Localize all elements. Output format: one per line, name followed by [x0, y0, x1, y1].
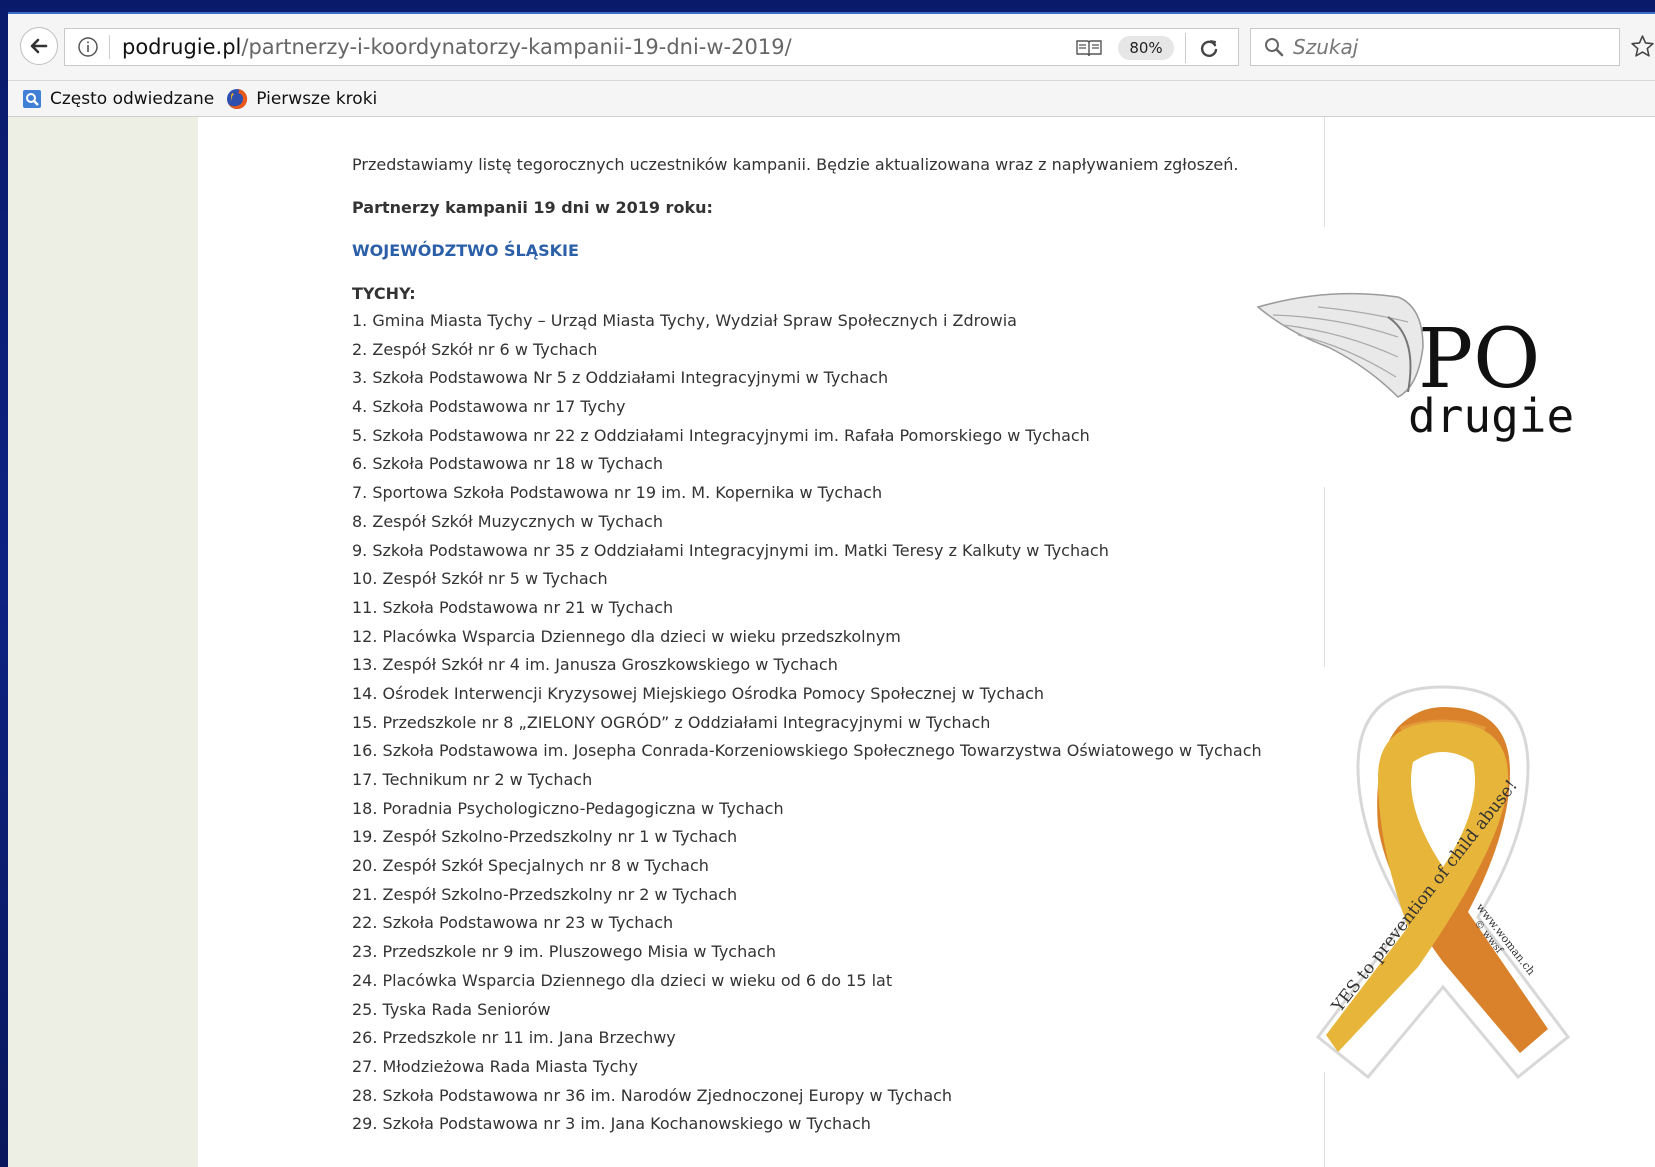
back-arrow-icon — [30, 38, 48, 54]
list-item: 3. Szkoła Podstawowa Nr 5 z Oddziałami I… — [352, 368, 889, 388]
back-button[interactable] — [20, 27, 58, 65]
address-bar[interactable]: podrugie.pl/partnerzy-i-koordynatorzy-ka… — [64, 28, 1239, 66]
awareness-ribbon-image: YES to prevention of child abuse! www.wo… — [1315, 685, 1571, 1080]
list-item: 4. Szkoła Podstawowa nr 17 Tychy — [352, 397, 626, 417]
partners-heading: Partnerzy kampanii 19 dni w 2019 roku: — [352, 198, 713, 217]
frequent-icon — [23, 89, 41, 108]
navigation-toolbar: podrugie.pl/partnerzy-i-koordynatorzy-ka… — [8, 14, 1655, 81]
sidebar-divider — [1324, 487, 1325, 667]
list-item: 10. Zespół Szkół nr 5 w Tychach — [352, 569, 608, 589]
browser-window: podrugie.pl/partnerzy-i-koordynatorzy-ka… — [8, 12, 1655, 1167]
sidebar-divider — [1324, 117, 1325, 227]
list-item: 15. Przedszkole nr 8 „ZIELONY OGRÓD” z O… — [352, 712, 991, 732]
list-item: 9. Szkoła Podstawowa nr 35 z Oddziałami … — [352, 540, 1109, 560]
partners-list: 1. Gmina Miasta Tychy – Urząd Miasta Tyc… — [352, 312, 1262, 1144]
search-placeholder: Szukaj — [1293, 35, 1359, 59]
region-link[interactable]: WOJEWÓDZTWO ŚLĄSKIE — [352, 241, 579, 260]
list-item: 28. Szkoła Podstawowa nr 36 im. Narodów … — [352, 1085, 953, 1105]
list-item: 14. Ośrodek Interwencji Kryzysowej Miejs… — [352, 683, 1045, 703]
reload-separator — [1185, 33, 1186, 63]
list-item: 17. Technikum nr 2 w Tychach — [352, 770, 593, 789]
list-item: 2. Zespół Szkół nr 6 w Tychach — [352, 339, 598, 359]
list-item: 12. Placówka Wsparcia Dziennego dla dzie… — [352, 626, 901, 646]
logo-text-bottom: drugie — [1408, 389, 1574, 443]
list-item: 19. Zespół Szkolno-Przedszkolny nr 1 w T… — [352, 827, 738, 847]
url-separator — [109, 35, 110, 59]
bookmark-frequent[interactable]: Często odwiedzane — [22, 89, 214, 109]
list-item: 5. Szkoła Podstawowa nr 22 z Oddziałami … — [352, 425, 1090, 445]
city-heading: TYCHY: — [352, 284, 416, 303]
list-item: 25. Tyska Rada Seniorów — [352, 999, 551, 1019]
wing-icon — [1256, 292, 1424, 398]
reload-icon[interactable] — [1198, 37, 1220, 59]
firefox-icon — [227, 88, 248, 109]
list-item: 22. Szkoła Podstawowa nr 23 w Tychach — [352, 913, 674, 933]
screen-frame: podrugie.pl/partnerzy-i-koordynatorzy-ka… — [0, 0, 1655, 1167]
list-item: 26. Przedszkole nr 11 im. Jana Brzechwy — [352, 1028, 676, 1048]
list-item: 21. Zespół Szkolno-Przedszkolny nr 2 w T… — [352, 884, 738, 904]
bookmark-star-icon[interactable] — [1630, 34, 1655, 59]
list-item: 8. Zespół Szkół Muzycznych w Tychach — [352, 511, 663, 531]
web-page: Przedstawiamy listę tegorocznych uczestn… — [8, 117, 1655, 1167]
list-item: 27. Młodzieżowa Rada Miasta Tychy — [352, 1056, 639, 1076]
search-icon — [1265, 38, 1284, 57]
list-item: 23. Przedszkole nr 9 im. Pluszowego Misi… — [352, 942, 776, 962]
list-item: 24. Placówka Wsparcia Dziennego dla dzie… — [352, 970, 893, 990]
list-item: 1. Gmina Miasta Tychy – Urząd Miasta Tyc… — [352, 311, 1017, 330]
bookmark-getting-started[interactable]: Pierwsze kroki — [226, 88, 377, 110]
list-item: 16. Szkoła Podstawowa im. Josepha Conrad… — [352, 741, 1262, 761]
bookmark-frequent-label: Często odwiedzane — [50, 88, 215, 109]
list-item: 29. Szkoła Podstawowa nr 3 im. Jana Koch… — [352, 1114, 871, 1134]
reader-view-icon[interactable] — [1075, 38, 1103, 58]
bookmarks-toolbar: Często odwiedzane Pierwsze kroki — [8, 81, 1655, 117]
url-path: /partnerzy-i-koordynatorzy-kampanii-19-d… — [241, 35, 792, 59]
list-item: 18. Poradnia Psychologiczno-Pedagogiczna… — [352, 798, 784, 818]
list-item: 11. Szkoła Podstawowa nr 21 w Tychach — [352, 597, 674, 617]
podrugie-logo[interactable]: PO drugie — [1248, 277, 1588, 447]
info-icon[interactable] — [77, 36, 99, 58]
search-bar[interactable]: Szukaj — [1250, 28, 1620, 66]
list-item: 13. Zespół Szkół nr 4 im. Janusza Groszk… — [352, 655, 838, 675]
zoom-level-badge[interactable]: 80% — [1118, 36, 1174, 60]
page-left-gutter — [8, 117, 198, 1167]
list-item: 6. Szkoła Podstawowa nr 18 w Tychach — [352, 454, 663, 474]
list-item: 7. Sportowa Szkoła Podstawowa nr 19 im. … — [352, 483, 883, 503]
bookmark-getting-started-label: Pierwsze kroki — [256, 88, 378, 109]
intro-paragraph: Przedstawiamy listę tegorocznych uczestn… — [352, 155, 1239, 174]
url-host: podrugie.pl — [122, 35, 242, 59]
url-text[interactable]: podrugie.pl/partnerzy-i-koordynatorzy-ka… — [122, 35, 792, 59]
list-item: 20. Zespół Szkół Specjalnych nr 8 w Tych… — [352, 856, 709, 876]
